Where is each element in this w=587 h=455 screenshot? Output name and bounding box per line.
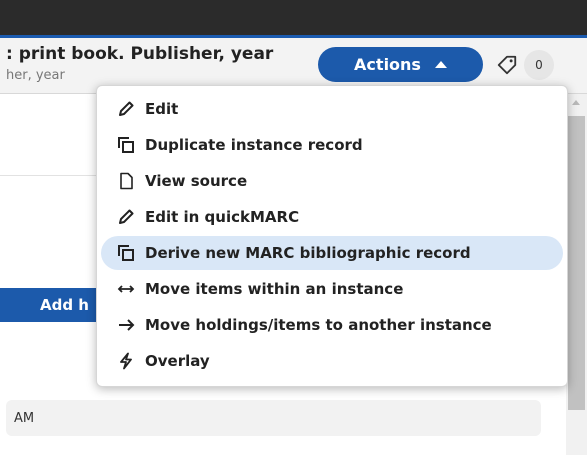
menu-item-label: Move holdings/items to another instance — [145, 316, 492, 334]
menu-item-move-items-within[interactable]: Move items within an instance — [101, 272, 563, 306]
menu-item-label: Edit — [145, 100, 179, 118]
tag-count-badge: 0 — [524, 50, 554, 80]
pencil-icon — [117, 100, 135, 118]
menu-item-overlay[interactable]: Overlay — [101, 344, 563, 378]
tag-icon[interactable] — [496, 54, 518, 76]
actions-button-label: Actions — [354, 55, 421, 74]
duplicate-icon — [117, 244, 135, 262]
scrollbar-thumb[interactable] — [568, 116, 585, 410]
menu-item-view-source[interactable]: View source — [101, 164, 563, 198]
menu-item-label: Move items within an instance — [145, 280, 404, 298]
record-title: : print book. Publisher, year — [6, 44, 274, 64]
caret-up-icon — [434, 61, 447, 68]
actions-dropdown-menu: Edit Duplicate instance record View sour… — [96, 85, 568, 387]
menu-item-edit-quickmarc[interactable]: Edit in quickMARC — [101, 200, 563, 234]
section-divider — [0, 175, 110, 176]
record-subtitle: her, year — [6, 68, 65, 83]
menu-item-move-holdings[interactable]: Move holdings/items to another instance — [101, 308, 563, 342]
lightning-icon — [117, 352, 135, 370]
menu-item-edit[interactable]: Edit — [101, 92, 563, 126]
top-navigation-bar — [0, 0, 587, 35]
menu-item-label: Derive new MARC bibliographic record — [145, 244, 471, 262]
right-arrow-icon — [117, 316, 135, 334]
menu-item-derive-marc-record[interactable]: Derive new MARC bibliographic record — [101, 236, 563, 270]
actions-button[interactable]: Actions — [318, 47, 483, 82]
duplicate-icon — [117, 136, 135, 154]
menu-item-label: Duplicate instance record — [145, 136, 363, 154]
add-holdings-button-label: Add h — [40, 296, 89, 314]
menu-item-label: Edit in quickMARC — [145, 208, 300, 226]
field-value-box: AM — [6, 400, 541, 436]
pencil-icon — [117, 208, 135, 226]
left-right-arrow-icon — [117, 280, 135, 298]
document-icon — [117, 172, 135, 190]
field-value: AM — [14, 410, 35, 426]
menu-item-label: Overlay — [145, 352, 210, 370]
scroll-up-arrow-icon[interactable] — [572, 100, 580, 105]
menu-item-label: View source — [145, 172, 248, 190]
menu-item-duplicate-instance[interactable]: Duplicate instance record — [101, 128, 563, 162]
